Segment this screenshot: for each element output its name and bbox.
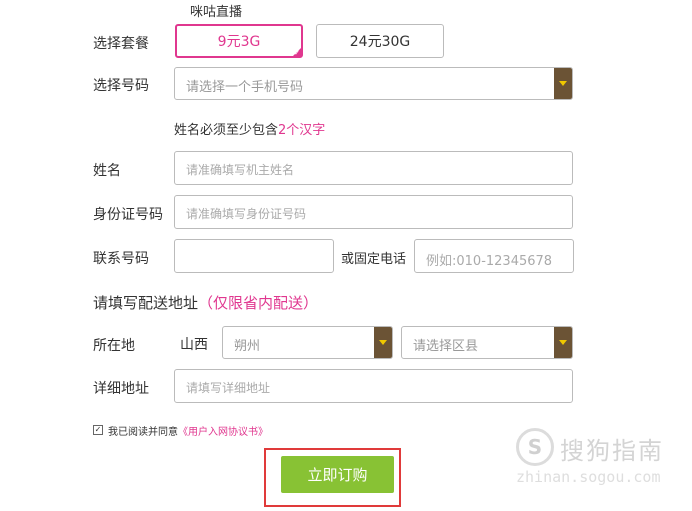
check-icon: ✓ [294,49,300,57]
plan-option-label: 9元3G [217,34,261,50]
header-text: 咪咕直播 [190,5,243,20]
agreement-checkbox[interactable]: ✓ [93,425,103,435]
district-placeholder: 请选择区县 [413,339,479,354]
address-label: 详细地址 [93,381,149,397]
landline-input[interactable]: 例如:010-12345678 [414,239,574,273]
province-value: 山西 [180,337,208,353]
phone-number-select[interactable]: 请选择一个手机号码 [174,67,573,100]
name-input[interactable]: 请准确填写机主姓名 [174,151,573,185]
name-label: 姓名 [93,163,121,179]
city-select[interactable]: 朔州 [222,326,393,359]
name-placeholder: 请准确填写机主姓名 [186,163,295,177]
district-select[interactable]: 请选择区县 [401,326,573,359]
watermark-text: 搜狗指南 [560,437,664,465]
id-number-placeholder: 请准确填写身份证号码 [186,207,307,221]
agreement-link[interactable]: 《用户入网协议书》 [178,427,268,438]
plan-label: 选择套餐 [93,36,149,52]
number-label: 选择号码 [93,78,149,94]
sogou-logo-icon: S [516,428,554,466]
id-number-input[interactable]: 请准确填写身份证号码 [174,195,573,229]
address-input[interactable]: 请填写详细地址 [174,369,573,403]
address-placeholder: 请填写详细地址 [186,381,271,395]
submit-order-button[interactable]: 立即订购 [281,456,394,493]
phone-label: 联系号码 [93,251,149,267]
agreement-text: 我已阅读并同意《用户入网协议书》 [108,427,268,438]
plan-option-24yuan[interactable]: 24元30G [316,24,444,58]
watermark: S 搜狗指南 zhinan.sogou.com [516,428,670,488]
notice-highlight: 2个汉字 [278,123,326,138]
id-label: 身份证号码 [93,207,163,223]
delivery-section-title: 请填写配送地址（仅限省内配送） [93,294,319,312]
watermark-url: zhinan.sogou.com [516,468,661,486]
dropdown-arrow-icon[interactable] [374,327,392,358]
name-rule-notice: 姓名必须至少包含2个汉字 [174,123,326,138]
city-value: 朔州 [234,339,261,354]
region-label: 所在地 [93,338,135,354]
landline-placeholder: 例如:010-12345678 [426,254,553,269]
plan-option-9yuan[interactable]: 9元3G ✓ [175,24,303,58]
contact-phone-input[interactable] [174,239,334,273]
phone-number-placeholder: 请选择一个手机号码 [186,80,304,95]
dropdown-arrow-icon[interactable] [554,327,572,358]
dropdown-arrow-icon[interactable] [554,68,572,99]
delivery-note: （仅限省内配送） [198,294,319,312]
landline-label: 或固定电话 [341,252,407,267]
plan-option-label: 24元30G [349,34,411,50]
